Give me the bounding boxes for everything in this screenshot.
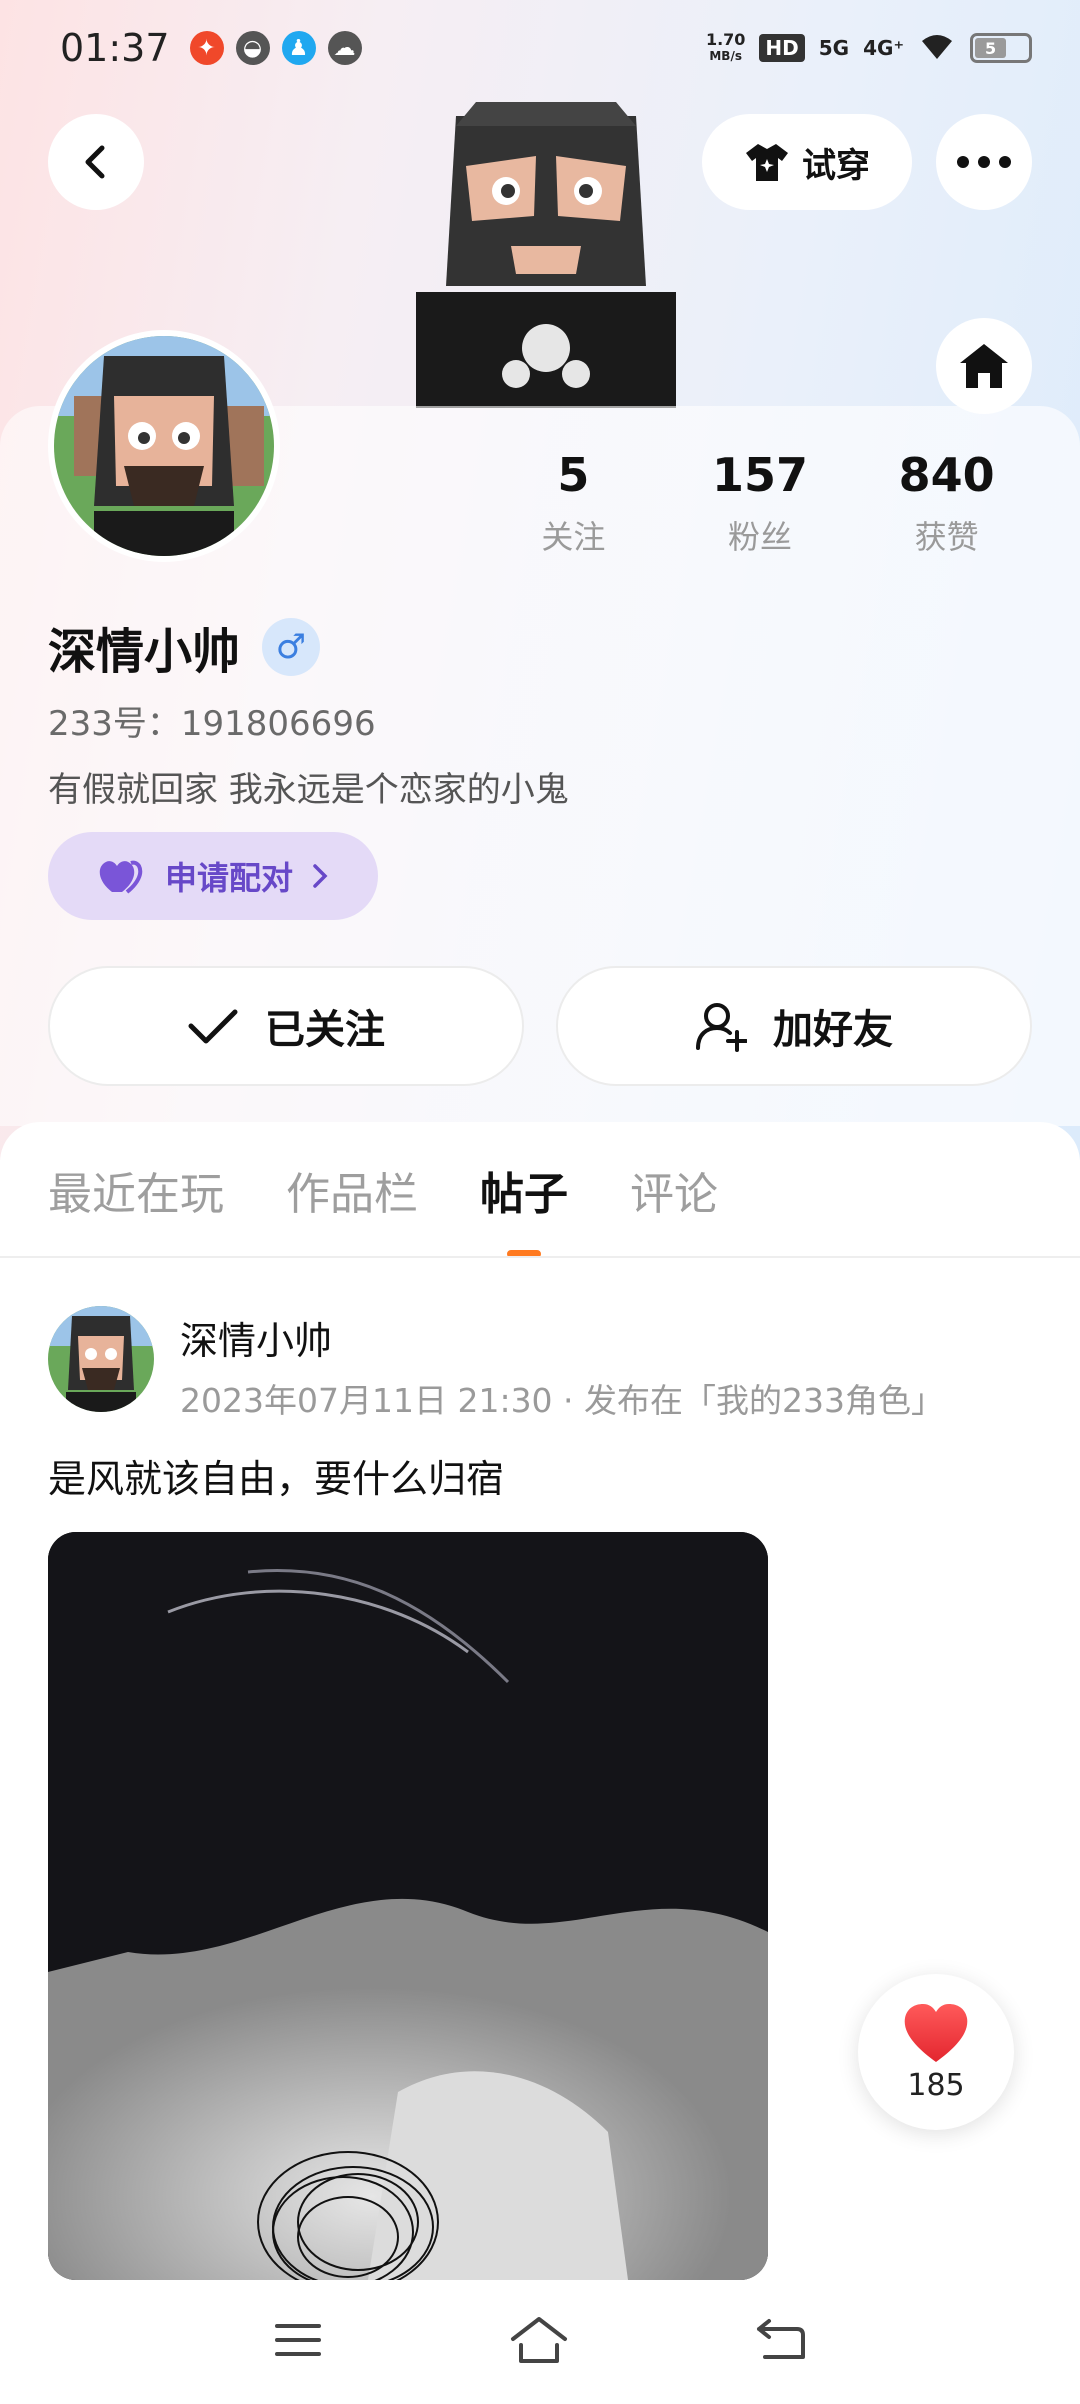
home-nav-button[interactable]: [509, 2315, 569, 2369]
post-author-avatar[interactable]: [48, 1306, 154, 1412]
wifi-icon: [918, 31, 956, 66]
status-notification-icons: ✦ ◒ ♟ ☁: [189, 31, 362, 65]
profile-bio: 有假就回家 我永远是个恋家的小鬼: [48, 770, 569, 810]
profile-uid: 233号：191806696: [48, 704, 376, 744]
chevron-right-icon: [313, 864, 328, 888]
add-user-icon: [696, 1003, 747, 1052]
checkmark-icon: [188, 1009, 238, 1044]
menu-icon: [275, 2324, 321, 2356]
home-icon: [960, 344, 1008, 388]
more-dots-icon: [957, 156, 1011, 168]
signal-5g-icon: 5G: [818, 36, 850, 60]
request-pair-label: 申请配对: [164, 859, 293, 897]
back-button[interactable]: [48, 114, 144, 210]
stat-likes: 840 获赞: [898, 448, 995, 556]
wechat-notification-icon: ◒: [235, 31, 270, 65]
heart-icon: [904, 2003, 968, 2062]
like-count: 185: [907, 2067, 965, 2103]
double-heart-icon: [99, 860, 143, 894]
try-on-label: 试穿: [802, 145, 870, 186]
tab-comments[interactable]: 评论: [630, 1158, 718, 1222]
tab-recent-games[interactable]: 最近在玩: [48, 1158, 224, 1222]
chevron-left-icon: [85, 145, 105, 179]
profile-tabs: 最近在玩 作品栏 帖子 评论: [48, 1158, 718, 1258]
tabs-divider: [0, 1256, 1080, 1258]
tshirt-icon: [746, 144, 788, 181]
signal-4g-icon: 4G⁺: [863, 36, 904, 60]
try-on-button[interactable]: 试穿: [702, 114, 912, 210]
tab-works[interactable]: 作品栏: [286, 1158, 418, 1222]
weibo-notification-icon: ✦: [189, 31, 224, 65]
avatar-image: [54, 336, 274, 556]
qq-notification-icon: ♟: [281, 31, 316, 65]
profile-avatar[interactable]: [48, 330, 280, 562]
stat-fans[interactable]: 157 粉丝: [667, 448, 854, 558]
post-text: 是风就该自由，要什么归宿: [48, 1457, 505, 1501]
followed-label: 已关注: [265, 1007, 385, 1053]
post-image[interactable]: [48, 1532, 768, 2280]
tab-posts[interactable]: 帖子: [480, 1158, 568, 1258]
battery-icon: 5: [970, 33, 1032, 63]
cloud-notification-icon: ☁: [327, 31, 362, 65]
more-options-button[interactable]: [936, 114, 1032, 210]
home-button[interactable]: [936, 318, 1032, 414]
profile-stats: 5 关注 157 粉丝 840 获赞: [480, 448, 1040, 558]
status-indicators: 1.70 MB/s HD 5G 4G⁺ 5: [706, 31, 1032, 66]
network-speed: 1.70 MB/s: [705, 30, 746, 64]
system-navigation-bar: [0, 2280, 1080, 2404]
back-nav-button[interactable]: [755, 2317, 807, 2367]
back-arrow-icon: [757, 2319, 805, 2359]
hd-voice-icon: HD: [759, 34, 805, 62]
status-time: 01:37: [60, 26, 170, 70]
request-pair-button[interactable]: 申请配对: [48, 832, 378, 920]
add-friend-button[interactable]: 加好友: [556, 966, 1032, 1086]
name-row: 深情小帅 ♂: [48, 612, 321, 682]
like-button[interactable]: 185: [858, 1974, 1014, 2130]
profile-name: 深情小帅: [48, 624, 241, 680]
male-gender-icon: ♂: [262, 618, 321, 676]
status-bar: 01:37 ✦ ◒ ♟ ☁ 1.70 MB/s HD 5G 4G⁺ 5: [0, 0, 1080, 96]
menu-nav-button[interactable]: [273, 2320, 323, 2364]
add-friend-label: 加好友: [773, 1007, 893, 1053]
home-outline-icon: [511, 2317, 567, 2363]
avatar-3d-character: [406, 96, 686, 412]
followed-button[interactable]: 已关注: [48, 966, 524, 1086]
stat-following[interactable]: 5 关注: [480, 448, 667, 558]
post-meta: 2023年07月11日 21:30 · 发布在「我的233角色」: [180, 1381, 945, 1420]
post-author-name[interactable]: 深情小帅: [180, 1310, 332, 1365]
